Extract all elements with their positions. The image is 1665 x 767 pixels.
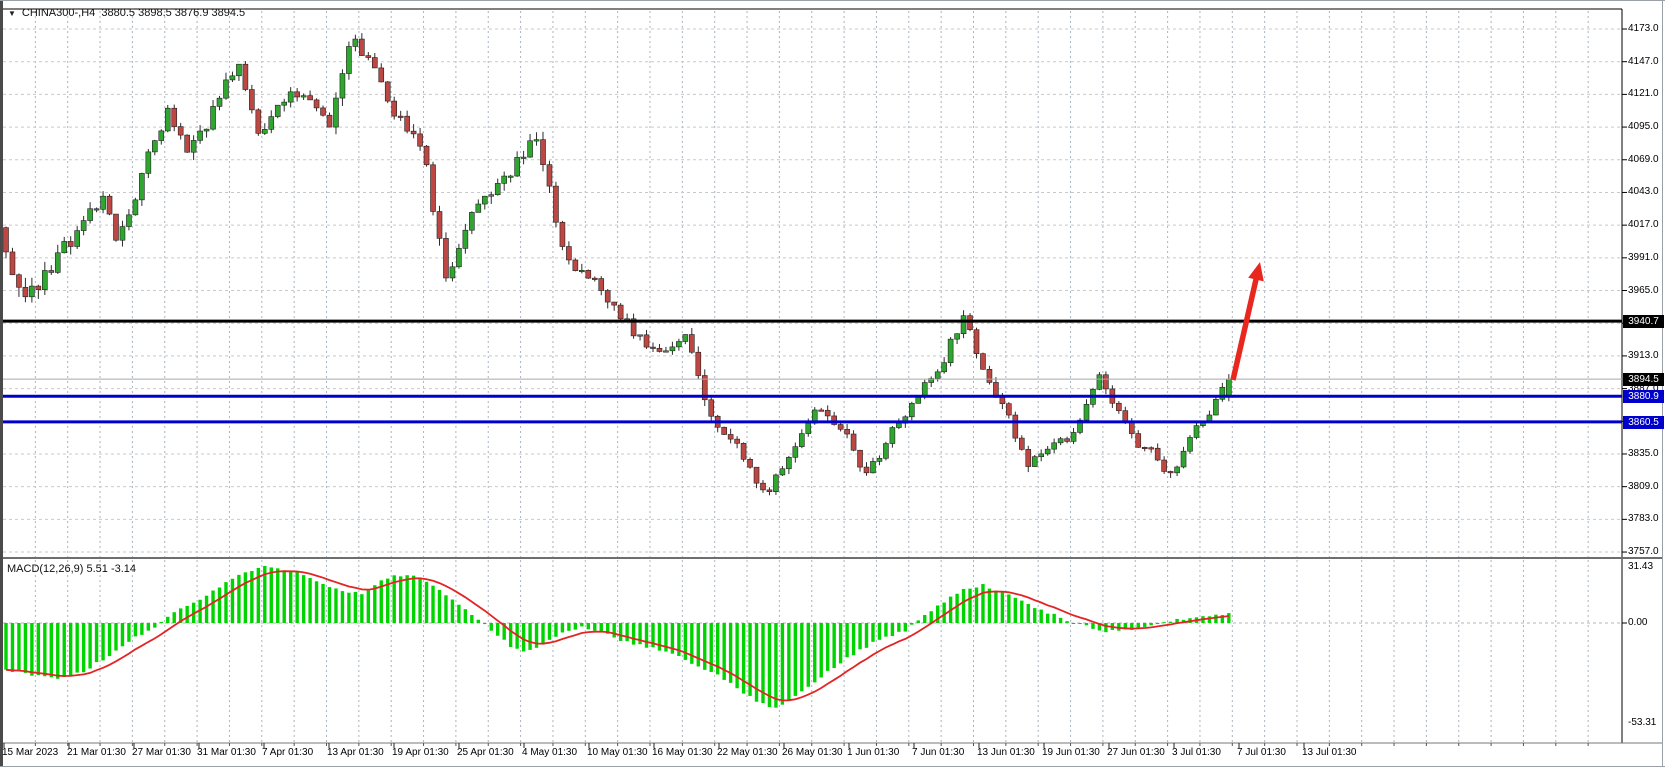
price-axis-label: 3991.0 [1628, 252, 1659, 264]
chart-canvas[interactable] [0, 1, 1665, 766]
price-tag-level-3880[interactable]: 3880.9 [1623, 390, 1664, 403]
time-axis-label: 19 Jun 01:30 [1042, 747, 1100, 758]
macd-scale-min: -53.31 [1628, 717, 1664, 729]
macd-scale-max: 31.43 [1628, 561, 1664, 573]
price-axis-label: 4173.0 [1628, 23, 1659, 35]
time-axis-label: 27 Jun 01:30 [1107, 747, 1165, 758]
time-axis-label: 19 Apr 01:30 [392, 747, 449, 758]
symbol-dropdown-icon[interactable]: ▼ [8, 9, 16, 18]
time-axis-label: 10 May 01:30 [587, 747, 648, 758]
time-axis-label: 1 Jun 01:30 [847, 747, 899, 758]
price-axis-label: 4069.0 [1628, 154, 1659, 166]
price-axis-label: 3835.0 [1628, 448, 1659, 460]
macd-value: 5.51 [86, 563, 107, 575]
price-tag-level-3860[interactable]: 3860.5 [1623, 416, 1664, 429]
time-axis-label: 3 Jul 01:30 [1172, 747, 1221, 758]
time-axis-label: 7 Apr 01:30 [262, 747, 313, 758]
price-axis-label: 4095.0 [1628, 121, 1659, 133]
time-axis-label: 21 Mar 01:30 [67, 747, 126, 758]
time-axis-label: 22 May 01:30 [717, 747, 778, 758]
time-axis-label: 7 Jun 01:30 [912, 747, 964, 758]
window-left-border [0, 1, 3, 766]
time-axis-label: 13 Jun 01:30 [977, 747, 1035, 758]
time-axis-label: 4 May 01:30 [522, 747, 577, 758]
symbol-readout: ▼ CHINA300-,H4 3880.5 3898.5 3876.9 3894… [8, 6, 245, 20]
price-axis-label: 3965.0 [1628, 285, 1659, 297]
price-tag-bid: 3894.5 [1623, 373, 1664, 386]
time-axis-label: 26 May 01:30 [782, 747, 843, 758]
price-axis-label: 4017.0 [1628, 219, 1659, 231]
price-axis-label: 4043.0 [1628, 186, 1659, 198]
price-axis-label: 3757.0 [1628, 546, 1659, 558]
chart-window: ▼ CHINA300-,H4 3880.5 3898.5 3876.9 3894… [0, 0, 1665, 767]
time-axis-label: 31 Mar 01:30 [197, 747, 256, 758]
price-axis-label: 3913.0 [1628, 350, 1659, 362]
ohlc-values: 3880.5 3898.5 3876.9 3894.5 [101, 7, 245, 19]
macd-scale-zero: 0.00 [1628, 617, 1664, 629]
time-axis-label: 13 Apr 01:30 [327, 747, 384, 758]
time-axis-label: 15 Mar 2023 [2, 747, 58, 758]
price-axis-label: 3809.0 [1628, 481, 1659, 493]
time-axis-label: 7 Jul 01:30 [1237, 747, 1286, 758]
price-axis-label: 4121.0 [1628, 88, 1659, 100]
macd-label: MACD(12,26,9) [7, 563, 83, 575]
symbol-label: CHINA300-,H4 [22, 7, 95, 19]
time-axis-label: 25 Apr 01:30 [457, 747, 514, 758]
time-axis-label: 13 Jul 01:30 [1302, 747, 1357, 758]
price-axis-label: 3783.0 [1628, 513, 1659, 525]
price-tag-level-3940[interactable]: 3940.7 [1623, 315, 1664, 328]
price-axis-label: 4147.0 [1628, 56, 1659, 68]
up-arrow-annotation[interactable] [1248, 262, 1264, 281]
macd-readout: MACD(12,26,9) 5.51 -3.14 [7, 563, 136, 587]
time-axis-label: 16 May 01:30 [652, 747, 713, 758]
time-axis-label: 27 Mar 01:30 [132, 747, 191, 758]
macd-signal-value: -3.14 [111, 563, 136, 575]
